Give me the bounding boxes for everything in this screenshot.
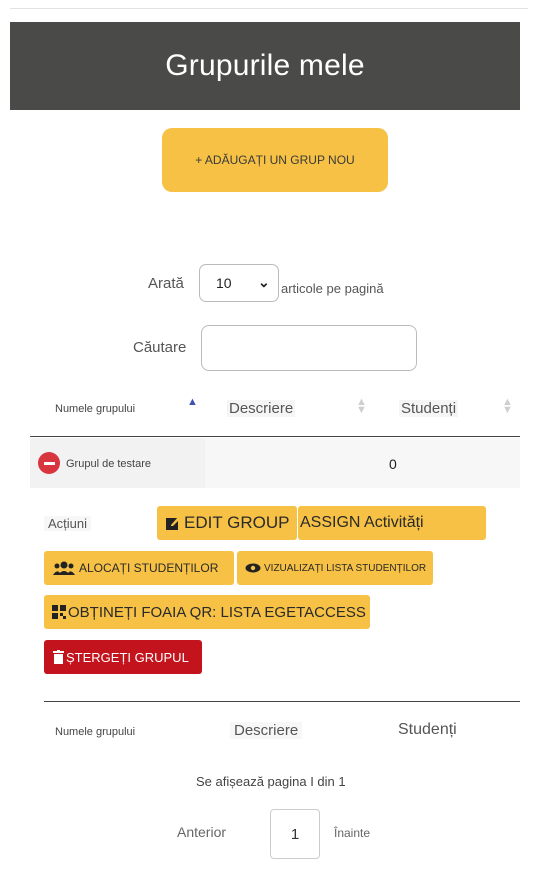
search-input[interactable] [201,325,417,371]
table-footer-divider [44,701,520,702]
qr-sheet-label: OBȚINEȚI FOAIA QR: LISTA EGETACCESS [68,603,366,621]
view-students-label: VIZUALIZAȚI LISTA STUDENȚILOR [264,562,427,574]
previous-page-button[interactable]: Anterior [177,824,226,840]
show-suffix: articole pe pagină [281,281,384,296]
pagination-info: Se afișează pagina I din 1 [196,774,346,789]
delete-group-button[interactable]: ȘTERGEȚI GRUPUL [44,640,202,674]
column-header-students[interactable]: Studenți [399,400,459,417]
chevron-down-icon: ⌄ [258,274,270,290]
assign-activities-label: ASSIGN Activități [300,514,424,531]
footer-column-description: Descriere [230,722,303,739]
qr-code-icon [52,605,66,619]
edit-group-button[interactable]: EDIT GROUP [157,506,297,540]
add-group-button[interactable]: + ADĂUGAȚI UN GRUP NOU [162,128,388,192]
assign-students-button[interactable]: ALOCAȚI STUDENȚILOR [44,551,234,585]
entries-per-page-value: 10 [216,275,232,291]
footer-column-students: Studenți [398,721,457,738]
entries-per-page-select[interactable]: 10 ⌄ [199,264,279,302]
table-row-cells [205,438,520,488]
top-divider [10,8,528,9]
column-header-description[interactable]: Descriere [227,400,296,417]
search-label: Căutare [133,339,187,356]
view-students-button[interactable]: VIZUALIZAȚI LISTA STUDENȚILOR [237,551,433,585]
collapse-row-icon[interactable] [38,452,60,474]
trash-icon [53,650,64,664]
page-title: Grupurile mele [165,49,365,82]
footer-column-group-name: Numele grupului [55,726,136,738]
page-1-button[interactable]: 1 [270,809,320,859]
sort-asc-icon[interactable]: ▲ [187,396,198,408]
delete-group-label: ȘTERGEȚI GRUPUL [66,649,189,665]
edit-icon [166,517,180,530]
sort-icon[interactable]: ▲ ▼ [356,397,367,416]
sort-icon[interactable]: ▲ ▼ [502,397,513,416]
group-name-cell: Grupul de testare [66,458,151,470]
eye-icon [245,563,261,573]
next-page-button[interactable]: Înainte [334,826,370,840]
show-label: Arată [148,275,184,292]
edit-group-label: EDIT GROUP [184,513,290,532]
students-count-cell: 0 [389,456,397,472]
assign-activities-button[interactable]: ASSIGN Activități [298,506,486,540]
page-header: Grupurile mele [10,22,520,110]
actions-label: Acțiuni [44,516,92,531]
qr-sheet-button[interactable]: OBȚINEȚI FOAIA QR: LISTA EGETACCESS [44,595,370,629]
users-icon [53,561,75,575]
column-header-group-name[interactable]: Numele grupului [55,403,135,415]
table-header-divider [30,436,520,437]
assign-students-label: ALOCAȚI STUDENȚILOR [79,561,219,575]
